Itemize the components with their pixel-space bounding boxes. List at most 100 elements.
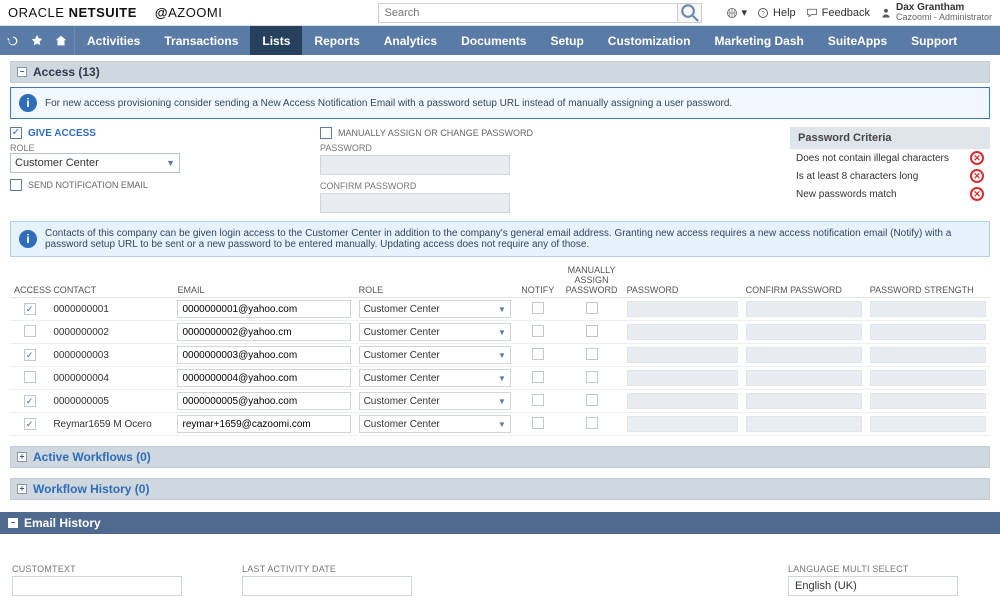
chevron-down-icon: ▼ xyxy=(498,374,506,383)
access-checkbox[interactable] xyxy=(24,395,36,407)
password-strength-cell xyxy=(870,416,986,432)
expand-icon[interactable]: + xyxy=(17,484,27,494)
section-workflow-history[interactable]: + Workflow History (0) xyxy=(10,478,990,500)
user-menu[interactable]: Dax Grantham Cazoomi - Administrator xyxy=(880,3,992,23)
star-icon[interactable] xyxy=(30,34,44,48)
role-select[interactable]: Customer Center▼ xyxy=(359,369,511,387)
nav-item-marketing-dash[interactable]: Marketing Dash xyxy=(702,26,815,55)
nav-item-lists[interactable]: Lists xyxy=(250,26,302,55)
manually-assign-checkbox[interactable] xyxy=(586,417,598,429)
confirm-password-cell[interactable] xyxy=(746,324,862,340)
confirm-password-cell[interactable] xyxy=(746,301,862,317)
give-access-label: GIVE ACCESS xyxy=(28,128,96,139)
manually-assign-checkbox[interactable] xyxy=(586,325,598,337)
access-checkbox[interactable] xyxy=(24,325,36,337)
contact-cell: 0000000005 xyxy=(49,390,173,413)
home-icon[interactable] xyxy=(54,34,68,48)
password-input[interactable] xyxy=(320,155,510,175)
last-activity-input[interactable] xyxy=(242,576,412,596)
role-select[interactable]: Customer Center▼ xyxy=(10,153,180,173)
role-select[interactable]: Customer Center▼ xyxy=(359,346,511,364)
manually-assign-label: MANUALLY ASSIGN OR CHANGE PASSWORD xyxy=(338,128,533,138)
manually-assign-checkbox[interactable] xyxy=(586,371,598,383)
send-notification-checkbox[interactable] xyxy=(10,179,22,191)
nav-item-support[interactable]: Support xyxy=(899,26,969,55)
feedback-link[interactable]: Feedback xyxy=(806,7,870,19)
confirm-password-cell[interactable] xyxy=(746,416,862,432)
manually-assign-checkbox[interactable] xyxy=(586,394,598,406)
access-checkbox[interactable] xyxy=(24,371,36,383)
nav-item-customization[interactable]: Customization xyxy=(596,26,703,55)
access-checkbox[interactable] xyxy=(24,418,36,430)
globe-dropdown[interactable]: ▾ xyxy=(726,6,748,19)
confirm-password-cell[interactable] xyxy=(746,370,862,386)
notify-checkbox[interactable] xyxy=(532,417,544,429)
role-select[interactable]: Customer Center▼ xyxy=(359,392,511,410)
notify-checkbox[interactable] xyxy=(532,371,544,383)
email-input[interactable] xyxy=(177,415,350,433)
confirm-password-cell[interactable] xyxy=(746,393,862,409)
search-input[interactable] xyxy=(378,3,678,23)
table-row: Reymar1659 M Ocero Customer Center▼ xyxy=(10,413,990,436)
notify-checkbox[interactable] xyxy=(532,394,544,406)
access-checkbox[interactable] xyxy=(24,349,36,361)
notify-checkbox[interactable] xyxy=(532,302,544,314)
notify-checkbox[interactable] xyxy=(532,348,544,360)
password-cell[interactable] xyxy=(627,370,738,386)
language-multiselect[interactable]: English (UK) xyxy=(788,576,958,596)
password-cell[interactable] xyxy=(627,393,738,409)
role-select[interactable]: Customer Center▼ xyxy=(359,323,511,341)
role-select[interactable]: Customer Center▼ xyxy=(359,300,511,318)
email-input[interactable] xyxy=(177,369,350,387)
section-access-header[interactable]: − Access (13) xyxy=(10,61,990,83)
manually-assign-checkbox[interactable] xyxy=(320,127,332,139)
collapse-icon[interactable]: − xyxy=(17,67,27,77)
info-banner-provisioning: i For new access provisioning consider s… xyxy=(10,87,990,119)
password-cell[interactable] xyxy=(627,301,738,317)
expand-icon[interactable]: + xyxy=(17,452,27,462)
confirm-password-input[interactable] xyxy=(320,193,510,213)
chevron-down-icon: ▼ xyxy=(498,351,506,360)
section-email-history[interactable]: − Email History xyxy=(0,512,1000,534)
manually-assign-checkbox[interactable] xyxy=(586,302,598,314)
info-icon: i xyxy=(19,230,37,248)
search-button[interactable] xyxy=(678,3,702,23)
role-select[interactable]: Customer Center▼ xyxy=(359,415,511,433)
chevron-down-icon: ▼ xyxy=(166,158,175,168)
nav-item-suiteapps[interactable]: SuiteApps xyxy=(816,26,899,55)
password-cell[interactable] xyxy=(627,416,738,432)
nav-item-documents[interactable]: Documents xyxy=(449,26,538,55)
nav-item-analytics[interactable]: Analytics xyxy=(372,26,449,55)
password-strength-cell xyxy=(870,370,986,386)
help-link[interactable]: ? Help xyxy=(757,7,796,19)
fail-icon: ✕ xyxy=(970,169,984,183)
email-input[interactable] xyxy=(177,392,350,410)
contact-cell: Reymar1659 M Ocero xyxy=(49,413,173,436)
confirm-password-cell[interactable] xyxy=(746,347,862,363)
email-input[interactable] xyxy=(177,346,350,364)
collapse-icon[interactable]: − xyxy=(8,518,18,528)
contact-cell: 0000000004 xyxy=(49,367,173,390)
main-nav: ActivitiesTransactionsListsReportsAnalyt… xyxy=(0,26,1000,55)
nav-item-transactions[interactable]: Transactions xyxy=(152,26,250,55)
give-access-checkbox[interactable] xyxy=(10,127,22,139)
col-access: ACCESS xyxy=(10,263,49,298)
contact-cell: 0000000001 xyxy=(49,298,173,321)
access-checkbox[interactable] xyxy=(24,303,36,315)
section-active-workflows[interactable]: + Active Workflows (0) xyxy=(10,446,990,468)
password-cell[interactable] xyxy=(627,347,738,363)
nav-item-activities[interactable]: Activities xyxy=(75,26,152,55)
email-input[interactable] xyxy=(177,323,350,341)
notify-checkbox[interactable] xyxy=(532,325,544,337)
col-email: EMAIL xyxy=(173,263,354,298)
history-icon[interactable] xyxy=(6,34,20,48)
manually-assign-checkbox[interactable] xyxy=(586,348,598,360)
table-row: 0000000003Customer Center▼ xyxy=(10,344,990,367)
email-input[interactable] xyxy=(177,300,350,318)
nav-item-setup[interactable]: Setup xyxy=(538,26,595,55)
info-icon: i xyxy=(19,94,37,112)
customtext-input[interactable] xyxy=(12,576,182,596)
search-icon xyxy=(678,1,701,24)
password-cell[interactable] xyxy=(627,324,738,340)
nav-item-reports[interactable]: Reports xyxy=(302,26,371,55)
